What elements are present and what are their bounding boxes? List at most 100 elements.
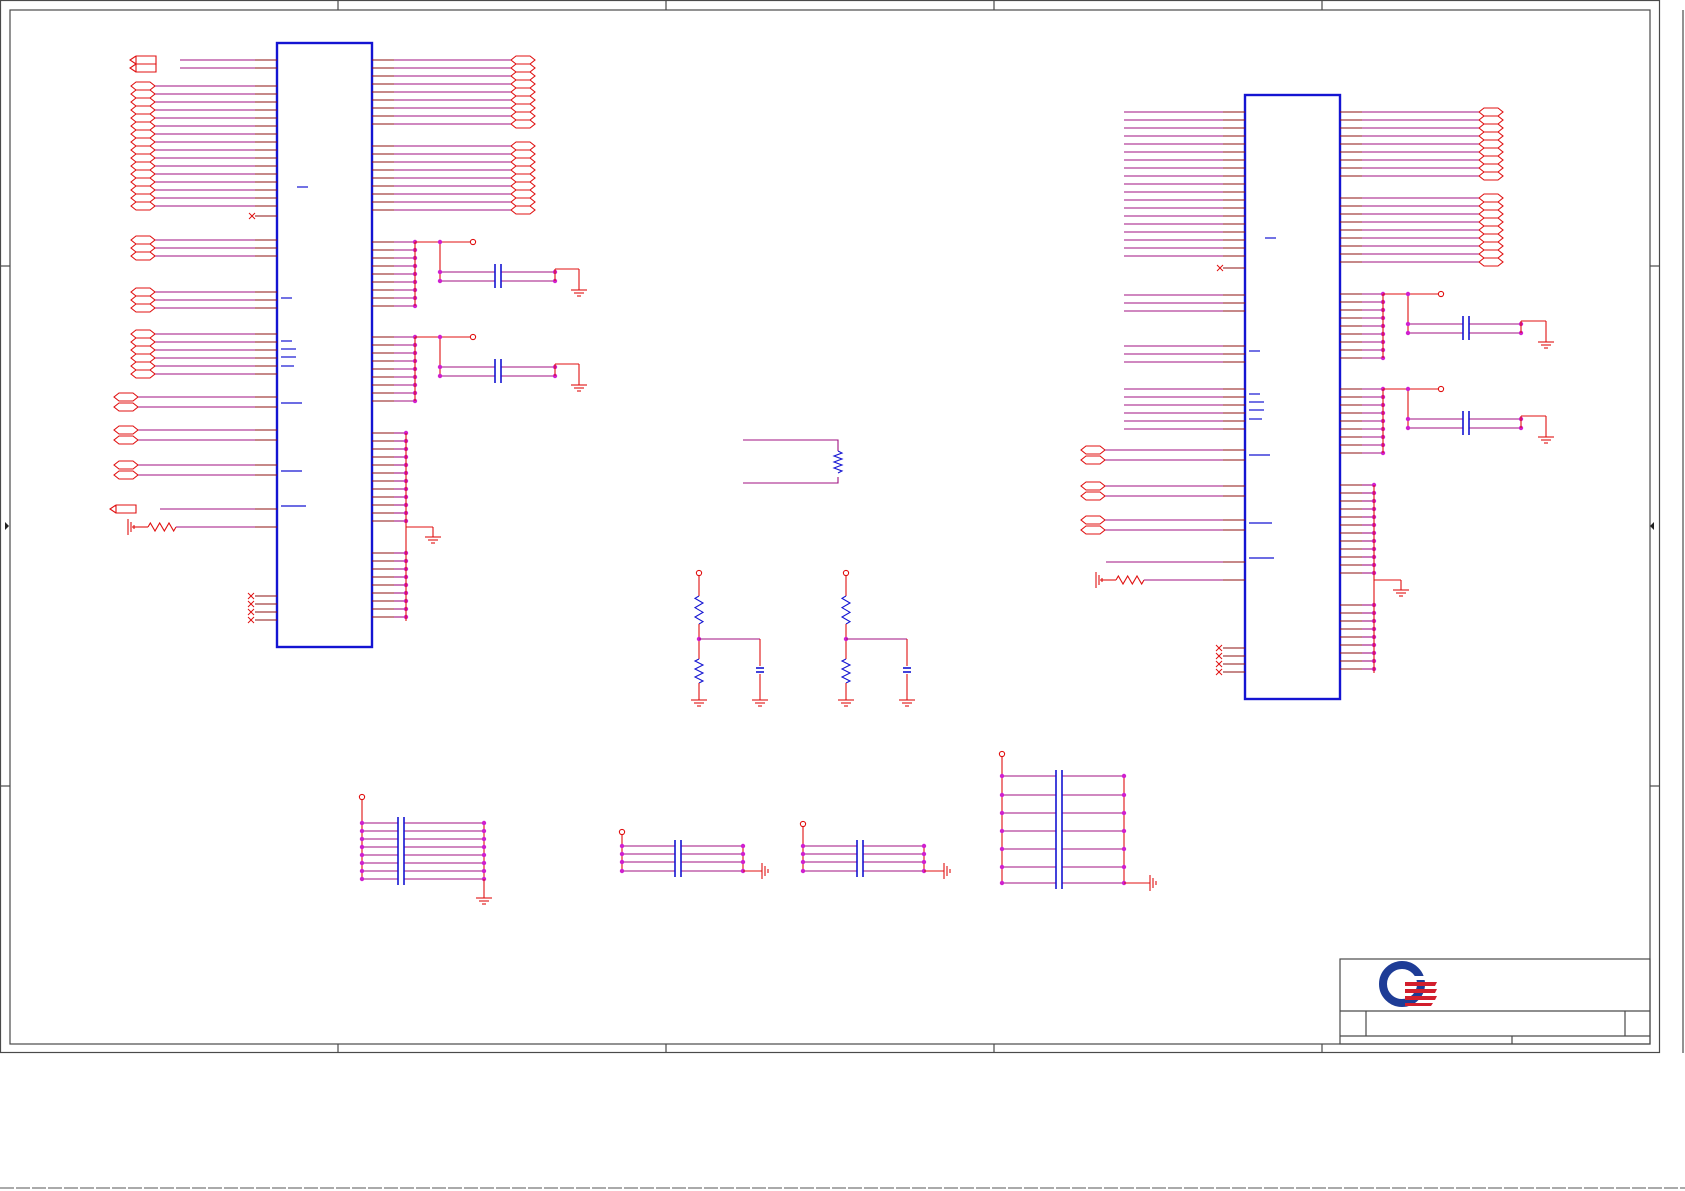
offpage-connector (130, 177, 156, 187)
junction-dot (619, 859, 625, 865)
offpage-connector (130, 145, 156, 155)
right-right-nets (1362, 107, 1554, 673)
junction-dot (619, 843, 625, 849)
offpage-connector (130, 329, 156, 339)
offpage-connector (113, 435, 139, 445)
offpage-connector (1478, 209, 1504, 219)
offpage-connector (510, 95, 536, 105)
junction-dot (800, 843, 806, 849)
junction-dot (481, 828, 487, 834)
junction-dot (481, 852, 487, 858)
offpage-connector (510, 103, 536, 113)
no-connect-mark (247, 600, 255, 608)
junction-dot (740, 859, 746, 865)
ground-symbol (943, 863, 951, 879)
offpage-connector (510, 149, 536, 159)
ground-symbol (691, 696, 707, 707)
offpage-connector (510, 55, 536, 65)
ic-right (1223, 93, 1362, 701)
offpage-connector (1478, 225, 1504, 235)
offpage-connector (130, 121, 156, 131)
offpage-connector (130, 169, 156, 179)
junction-dot (481, 836, 487, 842)
power-terminal (799, 820, 807, 828)
voltage-dividers (691, 569, 915, 707)
offpage-connector (130, 369, 156, 379)
power-terminal (1437, 290, 1445, 298)
resistor (693, 595, 705, 625)
junction-dot (1121, 810, 1127, 816)
junction-dot (437, 373, 443, 379)
left-right-nets (394, 55, 587, 621)
offpage-connector (130, 161, 156, 171)
junction-dot (481, 844, 487, 850)
ic-right-active-low-bars (1249, 237, 1276, 559)
offpage-connector (130, 353, 156, 363)
offpage-connector (1080, 445, 1106, 455)
junction-dot (437, 334, 443, 340)
offpage-connector (510, 111, 536, 121)
junction-dot (999, 846, 1005, 852)
junction-dot (999, 828, 1005, 834)
offpage-connector (130, 153, 156, 163)
resistor (693, 658, 705, 684)
no-connect-mark (1215, 652, 1223, 660)
junction-dot (1405, 425, 1411, 431)
offpage-connector (1478, 155, 1504, 165)
offpage-connector (130, 113, 156, 123)
junction-dot (921, 859, 927, 865)
junction-dot (359, 876, 365, 882)
ic-left-right-pins (372, 59, 394, 618)
zone-ticks-left (0, 265, 10, 787)
junction-dot (1121, 792, 1127, 798)
offpage-connector (510, 173, 536, 183)
offpage-connector (510, 157, 536, 167)
junction-dot (359, 836, 365, 842)
signal-flag (129, 55, 157, 65)
offpage-connector (510, 205, 536, 215)
ground-symbol (761, 863, 769, 879)
power-terminal (842, 569, 850, 577)
zone-ticks-right (1650, 265, 1659, 787)
junction-dot (359, 868, 365, 874)
offpage-connector (130, 137, 156, 147)
no-connect-mark (248, 212, 256, 220)
junction-dot (437, 278, 443, 284)
junction-dot (800, 851, 806, 857)
signal-flag (109, 504, 137, 514)
offpage-connector (1080, 455, 1106, 465)
ground-symbol (899, 696, 915, 707)
power-terminal (618, 828, 626, 836)
offpage-connector (1478, 123, 1504, 133)
junction-dot (800, 859, 806, 865)
offpage-connector (1478, 163, 1504, 173)
offpage-connector (1478, 249, 1504, 259)
junction-dot (1121, 864, 1127, 870)
offpage-connector (130, 105, 156, 115)
resistor (840, 595, 852, 625)
company-logo (1379, 961, 1438, 1007)
resistor (147, 521, 177, 533)
junction-dot (619, 868, 625, 874)
offpage-connector (130, 337, 156, 347)
junction-dot (481, 868, 487, 874)
junction-dot (359, 828, 365, 834)
junction-dot (1121, 773, 1127, 779)
junction-dot (359, 860, 365, 866)
offpage-connector (1478, 115, 1504, 125)
ground-symbol (571, 381, 587, 392)
offpage-connector (510, 141, 536, 151)
zone-ticks-bottom (337, 1044, 1323, 1053)
junction-dot (1121, 828, 1127, 834)
ground-symbol (752, 696, 768, 707)
no-connect-mark (247, 592, 255, 600)
offpage-connector (1478, 217, 1504, 227)
ic-right-right-pins (1340, 111, 1362, 670)
junction-dot (437, 364, 443, 370)
ic-left-left-pins (255, 59, 277, 621)
offpage-connector (1478, 139, 1504, 149)
no-connect-mark (247, 608, 255, 616)
offpage-connector (130, 303, 156, 313)
junction-dot (921, 851, 927, 857)
no-connect-mark (1215, 644, 1223, 652)
